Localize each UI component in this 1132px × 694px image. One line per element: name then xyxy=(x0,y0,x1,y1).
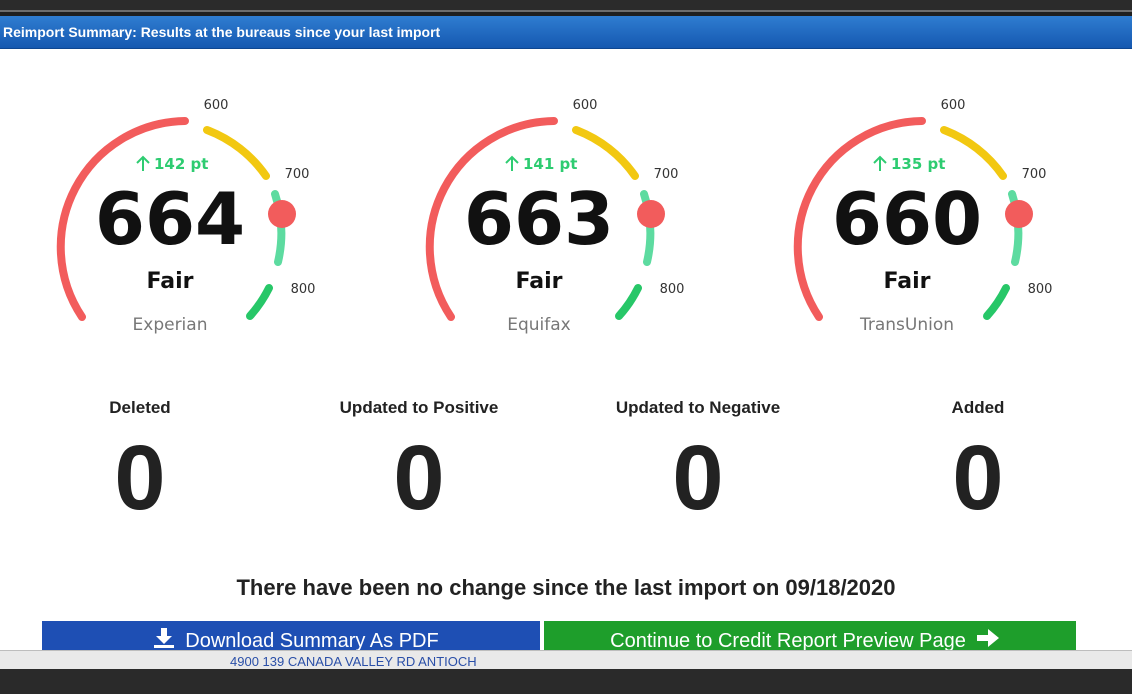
arrow-up-icon xyxy=(505,155,519,171)
gauge-marker xyxy=(268,200,296,228)
score-rating: Fair xyxy=(516,269,563,294)
download-pdf-button[interactable]: Download Summary As PDF xyxy=(42,621,540,650)
gauge-experian: 600 700 800 142 pt 664 Fair Experian xyxy=(40,80,340,342)
arrow-up-icon xyxy=(136,155,150,171)
modal-title: Reimport Summary: Results at the bureaus… xyxy=(3,24,441,40)
stat-deleted: Deleted 0 xyxy=(10,398,270,524)
gauge-tick-700: 700 xyxy=(1022,167,1047,182)
gauge-tick-600: 600 xyxy=(204,98,229,113)
gauge-tick-800: 800 xyxy=(660,282,685,297)
download-pdf-label: Download Summary As PDF xyxy=(185,629,439,651)
continue-preview-button[interactable]: Continue to Credit Report Preview Page xyxy=(544,621,1076,650)
stat-value: 0 xyxy=(672,427,724,529)
download-icon xyxy=(153,627,175,650)
gauge-transunion: 600 700 800 135 pt 660 Fair TransUnion xyxy=(777,80,1077,342)
gauge-tick-600: 600 xyxy=(573,98,598,113)
gauge-tick-700: 700 xyxy=(285,167,310,182)
score-rating: Fair xyxy=(884,269,931,294)
gauge-arc-excellent xyxy=(615,284,642,320)
arrow-up-icon xyxy=(873,155,887,171)
stat-label: Added xyxy=(951,398,1005,417)
gauge-arc-fair xyxy=(940,126,1007,180)
gauge-arc-fair xyxy=(203,126,270,180)
score-delta: 142 pt xyxy=(154,155,208,173)
background-page: 4900 139 CANADA VALLEY RD ANTIOCH xyxy=(0,650,1132,694)
stat-updated-positive: Updated to Positive 0 xyxy=(289,398,549,524)
bureau-name: Experian xyxy=(133,315,208,335)
background-address: 4900 139 CANADA VALLEY RD ANTIOCH xyxy=(230,654,477,669)
stat-value: 0 xyxy=(114,427,166,529)
stat-label: Deleted xyxy=(109,398,171,417)
no-change-message: There have been no change since the last… xyxy=(236,575,896,600)
score-delta: 141 pt xyxy=(523,155,577,173)
background-table-row: 4900 139 CANADA VALLEY RD ANTIOCH xyxy=(0,650,1132,669)
gauge-tick-800: 800 xyxy=(291,282,316,297)
gauge-tick-700: 700 xyxy=(654,167,679,182)
stat-added: Added 0 xyxy=(848,398,1108,524)
credit-score: 660 xyxy=(832,177,982,261)
bureau-name: Equifax xyxy=(507,315,571,335)
arrow-right-icon xyxy=(976,627,1000,650)
gauge-tick-800: 800 xyxy=(1028,282,1053,297)
credit-score: 663 xyxy=(464,177,614,261)
browser-top-edge xyxy=(0,0,1132,12)
stat-value: 0 xyxy=(952,427,1004,529)
bureau-name: TransUnion xyxy=(859,315,954,335)
gauge-arc-excellent xyxy=(246,284,273,320)
gauge-marker xyxy=(637,200,665,228)
score-rating: Fair xyxy=(147,269,194,294)
stat-label: Updated to Positive xyxy=(339,398,499,417)
stat-value: 0 xyxy=(393,427,445,529)
gauge-tick-600: 600 xyxy=(941,98,966,113)
gauge-arc-excellent xyxy=(983,284,1010,320)
reimport-summary-modal: Reimport Summary: Results at the bureaus… xyxy=(0,16,1132,650)
gauge-marker xyxy=(1005,200,1033,228)
credit-score: 664 xyxy=(95,177,245,261)
score-delta: 135 pt xyxy=(891,155,945,173)
gauge-arc-fair xyxy=(572,126,639,180)
stat-updated-negative: Updated to Negative 0 xyxy=(568,398,828,524)
gauge-equifax: 600 700 800 141 pt 663 Fair Equifax xyxy=(409,80,709,342)
stat-label: Updated to Negative xyxy=(615,398,781,417)
modal-header: Reimport Summary: Results at the bureaus… xyxy=(0,16,1132,49)
continue-label: Continue to Credit Report Preview Page xyxy=(610,629,966,651)
